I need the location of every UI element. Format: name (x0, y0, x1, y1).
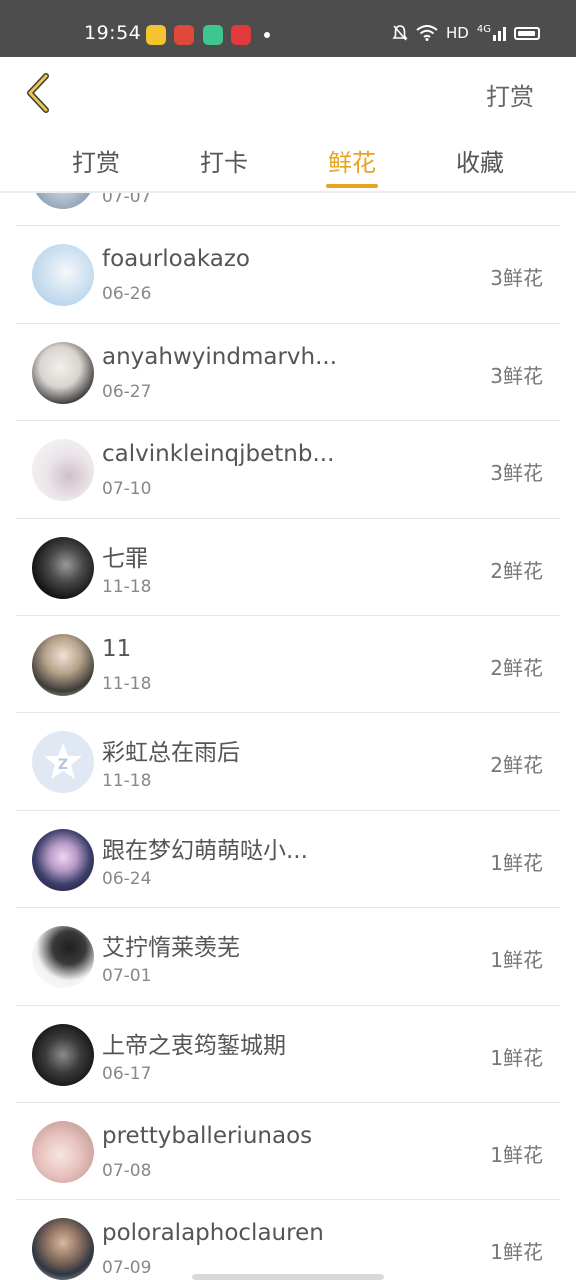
date: 06-17 (102, 1063, 152, 1084)
date: 07-07 (102, 193, 152, 207)
tab-label: 打赏 (72, 149, 120, 177)
user-name: 上帝之衷筠錾城期 (102, 1032, 286, 1059)
avatar (32, 439, 94, 502)
default-avatar-icon: Z (44, 743, 82, 780)
user-name: 艾拧惰莱羡芜 (102, 935, 240, 962)
flower-list[interactable]: 07-07 foaurloakazo 06-26 3鲜花 anyahwyindm… (16, 193, 560, 1280)
svg-text:Z: Z (58, 757, 68, 773)
bell-muted-icon (392, 25, 408, 41)
avatar (32, 1218, 94, 1280)
flower-count: 1鲜花 (490, 1240, 543, 1265)
flower-count: 1鲜花 (490, 1142, 543, 1167)
user-name: 彩虹总在雨后 (102, 740, 240, 767)
list-item[interactable]: 跟在梦幻萌萌哒小... 06-24 1鲜花 (16, 811, 560, 909)
avatar (32, 1120, 94, 1183)
app-notification-icon (231, 25, 251, 45)
flower-count: 2鲜花 (490, 558, 543, 583)
flower-count: 2鲜花 (490, 753, 543, 778)
date: 07-09 (102, 1258, 152, 1279)
status-time: 19:54 (84, 22, 142, 44)
system-icons: HD 4G (392, 24, 540, 42)
list-item[interactable]: 11 11-18 2鲜花 (16, 616, 560, 714)
avatar (32, 193, 94, 209)
date: 06-24 (102, 868, 152, 889)
list-item[interactable]: 07-07 (16, 193, 560, 227)
date: 11-18 (102, 771, 152, 792)
avatar (32, 536, 94, 599)
flower-count: 3鲜花 (490, 363, 543, 388)
list-item[interactable]: 七罪 11-18 2鲜花 (16, 519, 560, 616)
date: 07-10 (102, 479, 152, 500)
user-name: anyahwyindmarvh... (102, 343, 338, 370)
active-tab-indicator (326, 184, 378, 188)
tab-checkin[interactable]: 打卡 (160, 143, 288, 191)
tab-bar: 打赏 打卡 鲜花 收藏 (32, 143, 544, 191)
network-label: HD (446, 24, 469, 42)
tab-label: 打卡 (200, 149, 248, 177)
user-name: foaurloakazo (102, 246, 251, 273)
avatar (32, 828, 94, 891)
tab-label: 鲜花 (328, 149, 376, 177)
user-name: poloralaphoclauren (102, 1220, 324, 1247)
date: 06-26 (102, 284, 152, 305)
reward-action-button[interactable]: 打赏 (486, 77, 534, 112)
more-notifications-dot (264, 32, 270, 38)
flower-count: 2鲜花 (490, 655, 543, 680)
flower-count: 3鲜花 (490, 461, 543, 486)
tab-flowers[interactable]: 鲜花 (288, 143, 416, 191)
back-button[interactable] (18, 71, 58, 115)
date: 07-01 (102, 966, 152, 987)
date: 06-27 (102, 381, 152, 402)
signal-icon: 4G (477, 25, 506, 41)
app-notification-icon (146, 25, 166, 45)
avatar (32, 926, 94, 989)
page-header: 打赏 打赏 打卡 鲜花 收藏 (0, 57, 576, 193)
list-item[interactable]: Z 彩虹总在雨后 11-18 2鲜花 (16, 713, 560, 811)
flower-list-content: 07-07 foaurloakazo 06-26 3鲜花 anyahwyindm… (16, 193, 560, 1280)
tab-reward[interactable]: 打赏 (32, 143, 160, 191)
user-name: 七罪 (102, 545, 148, 572)
home-indicator[interactable] (192, 1274, 384, 1280)
tab-favorites[interactable]: 收藏 (416, 143, 544, 191)
date: 07-08 (102, 1160, 152, 1181)
list-item[interactable]: prettyballeriunaos 07-08 1鲜花 (16, 1103, 560, 1201)
list-item[interactable]: anyahwyindmarvh... 06-27 3鲜花 (16, 324, 560, 422)
avatar: Z (32, 731, 94, 794)
signal-label: 4G (476, 24, 491, 35)
avatar (32, 244, 94, 307)
avatar (32, 341, 94, 404)
battery-icon (514, 26, 540, 40)
list-item[interactable]: calvinkleinqjbetnb... 07-10 3鲜花 (16, 421, 560, 519)
date: 11-18 (102, 673, 152, 694)
wifi-icon (416, 25, 438, 41)
user-name: 跟在梦幻萌萌哒小... (102, 837, 308, 864)
status-bar: 19:54 HD 4G (0, 0, 576, 57)
avatar (32, 633, 94, 696)
app-notification-icon (174, 25, 194, 45)
user-name: calvinkleinqjbetnb... (102, 441, 335, 468)
tab-label: 收藏 (456, 149, 504, 177)
date: 11-18 (102, 576, 152, 597)
list-item[interactable]: 艾拧惰莱羡芜 07-01 1鲜花 (16, 908, 560, 1006)
flower-count: 1鲜花 (490, 948, 543, 973)
flower-count: 1鲜花 (490, 1045, 543, 1070)
app-notification-icon (203, 25, 223, 45)
flower-count: 1鲜花 (490, 850, 543, 875)
list-item[interactable]: 上帝之衷筠錾城期 06-17 1鲜花 (16, 1006, 560, 1103)
list-item[interactable]: foaurloakazo 06-26 3鲜花 (16, 226, 560, 324)
user-name: prettyballeriunaos (102, 1122, 313, 1149)
avatar (32, 1023, 94, 1086)
chevron-left-icon (27, 73, 49, 113)
list-item[interactable]: poloralaphoclauren 07-09 1鲜花 (16, 1200, 560, 1280)
flower-count: 3鲜花 (490, 266, 543, 291)
user-name: 11 (102, 635, 132, 662)
